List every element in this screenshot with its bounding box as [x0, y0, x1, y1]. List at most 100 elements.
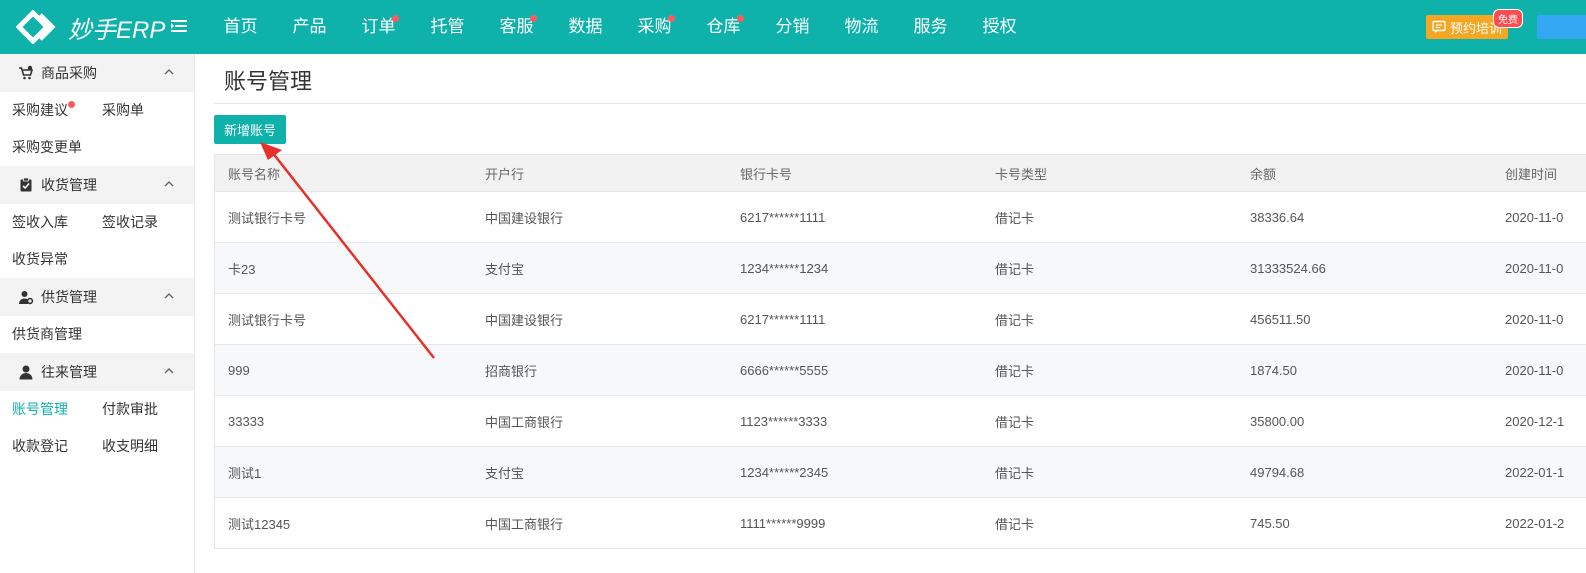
notification-dot [392, 15, 399, 22]
sidebar-link[interactable]: 付款审批 [90, 391, 180, 428]
table-cell: 6217******1111 [740, 311, 826, 327]
table-cell: 1874.50 [1250, 362, 1297, 378]
sidebar-link[interactable]: 签收入库 [0, 204, 90, 241]
nav-item-label: 订单 [361, 17, 396, 36]
notification-dot [530, 15, 537, 22]
nav-item-label: 数据 [568, 17, 603, 36]
brand-name: 妙手ERP [68, 16, 166, 44]
nav-item[interactable]: 授权 [965, 0, 1034, 54]
table-row[interactable]: 测试12345 中国工商银行 1111******9999 借记卡 745.50 2022… [215, 498, 1586, 549]
chevron-up-icon[interactable] [164, 291, 174, 301]
table-cell: 2020-11-0 [1505, 209, 1564, 225]
nav-item[interactable]: 服务 [896, 0, 965, 54]
table-cell: 支付宝 [485, 465, 525, 481]
table-cell: 6217******1111 [740, 209, 826, 225]
nav-item[interactable]: 首页 [206, 0, 275, 54]
notification-dot [68, 101, 75, 108]
sidebar-section-title: 供货管理 [41, 289, 97, 305]
table-cell: 1111******9999 [740, 515, 826, 531]
chevron-up-icon[interactable] [164, 366, 174, 376]
table-cell: 456511.50 [1250, 311, 1311, 327]
table-row[interactable]: 测试银行卡号 中国建设银行 6217******1111 借记卡 38336.64 202… [215, 192, 1586, 243]
column-header: 银行卡号 [740, 166, 793, 182]
table-row[interactable]: 33333 中国工商银行 1123******3333 借记卡 35800.00 2020… [215, 396, 1586, 447]
chat-icon [1432, 20, 1446, 33]
sidebar-link[interactable]: 收货异常 [0, 241, 90, 278]
table-cell: 1123******3333 [740, 413, 828, 429]
chevron-up-icon[interactable] [164, 179, 174, 189]
sidebar-links: 账号管理 付款审批 收款登记 收支明细 [0, 391, 194, 465]
sidebar-section-header[interactable]: 供货管理 [0, 278, 194, 316]
sidebar-link[interactable]: 收款登记 [0, 428, 90, 465]
table-cell: 1234******1234 [740, 260, 829, 276]
sidebar-links: 采购建议 采购单 采购变更单 [0, 92, 194, 166]
nav-item-label: 物流 [844, 17, 879, 36]
nav-item[interactable]: 物流 [827, 0, 896, 54]
logo-icon [16, 10, 56, 44]
nav-item[interactable]: 仓库 [689, 0, 758, 54]
sidebar-link[interactable]: 采购单 [90, 92, 180, 129]
top-right-button[interactable] [1537, 15, 1586, 39]
table-cell: 测试银行卡号 [228, 210, 307, 226]
table-cell: 中国工商银行 [485, 414, 564, 430]
column-header: 余额 [1250, 166, 1277, 182]
table-cell: 2022-01-1 [1505, 464, 1565, 480]
notification-dot [737, 15, 744, 22]
menu-toggle-icon[interactable] [171, 17, 189, 35]
table-cell: 1234******2345 [740, 464, 829, 480]
logo[interactable]: 妙手ERP [16, 10, 165, 44]
nav-item-label: 托管 [430, 17, 465, 36]
table-cell: 中国工商银行 [485, 516, 564, 532]
sidebar-section-title: 收货管理 [41, 177, 97, 193]
table-cell: 6666******5555 [740, 362, 829, 378]
user-gear-icon [19, 291, 34, 305]
sidebar-section-header[interactable]: 商品采购 [0, 54, 194, 92]
table-row[interactable]: 999 招商银行 6666******5555 借记卡 1874.50 2020-11-0 [215, 345, 1586, 396]
table-cell: 2020-11-0 [1505, 362, 1564, 378]
table-cell: 2020-11-0 [1505, 260, 1564, 276]
table-cell: 2020-12-1 [1505, 413, 1565, 429]
nav-item[interactable]: 客服 [482, 0, 551, 54]
sidebar-link[interactable]: 收支明细 [90, 428, 180, 465]
nav-item-label: 产品 [292, 17, 327, 36]
table-cell: 借记卡 [995, 414, 1035, 430]
top-bar: 妙手ERP 首页 产品 订单 托管 客服 数据 采购 仓库 分销 物流 服务 授权 预约培训 免费 [0, 0, 1586, 54]
table-row[interactable]: 测试1 支付宝 1234******2345 借记卡 49794.68 2022-01-1 [215, 447, 1586, 498]
nav-item-label: 仓库 [706, 17, 741, 36]
table-cell: 745.50 [1250, 515, 1290, 531]
sidebar-section-header[interactable]: 收货管理 [0, 166, 194, 204]
table-cell: 测试1 [228, 465, 262, 481]
chevron-up-icon[interactable] [164, 67, 174, 77]
table-cell: 测试12345 [228, 516, 291, 532]
notification-dot [668, 15, 675, 22]
table-cell: 2022-01-2 [1505, 515, 1565, 531]
sidebar-link[interactable]: 采购变更单 [0, 129, 90, 166]
nav-item[interactable]: 托管 [413, 0, 482, 54]
table-cell: 38336.64 [1250, 209, 1305, 225]
nav-item[interactable]: 分销 [758, 0, 827, 54]
table-row[interactable]: 测试银行卡号 中国建设银行 6217******1111 借记卡 456511.50 20… [215, 294, 1586, 345]
sidebar-link[interactable]: 签收记录 [90, 204, 180, 241]
sidebar-link[interactable]: 账号管理 [0, 391, 90, 428]
table-row[interactable]: 卡23 支付宝 1234******1234 借记卡 31333524.66 2020-1… [215, 243, 1586, 294]
column-header: 账号名称 [228, 166, 281, 182]
nav-item-label: 首页 [223, 17, 258, 36]
nav-item[interactable]: 订单 [344, 0, 413, 54]
table-cell: 2020-11-0 [1505, 311, 1564, 327]
nav-item[interactable]: 采购 [620, 0, 689, 54]
sidebar-links: 供货商管理 [0, 316, 194, 353]
sidebar-section-header[interactable]: 往来管理 [0, 353, 194, 391]
title-divider [214, 103, 1586, 104]
nav-item[interactable]: 数据 [551, 0, 620, 54]
cart-icon [19, 65, 34, 80]
table-cell: 借记卡 [995, 363, 1035, 379]
add-account-button[interactable]: 新增账号 [214, 115, 286, 144]
nav-item[interactable]: 产品 [275, 0, 344, 54]
sidebar: 商品采购 采购建议 采购单 采购变更单收货管理签收入库 签收记录 收货异常供货管理供货商管… [0, 54, 195, 573]
sidebar-link[interactable]: 供货商管理 [0, 316, 90, 353]
sidebar-section-title: 往来管理 [41, 364, 97, 380]
sidebar-link[interactable]: 采购建议 [0, 92, 90, 129]
table-cell: 支付宝 [485, 261, 525, 277]
sidebar-links: 签收入库 签收记录 收货异常 [0, 204, 194, 278]
table-cell: 999 [228, 362, 250, 378]
